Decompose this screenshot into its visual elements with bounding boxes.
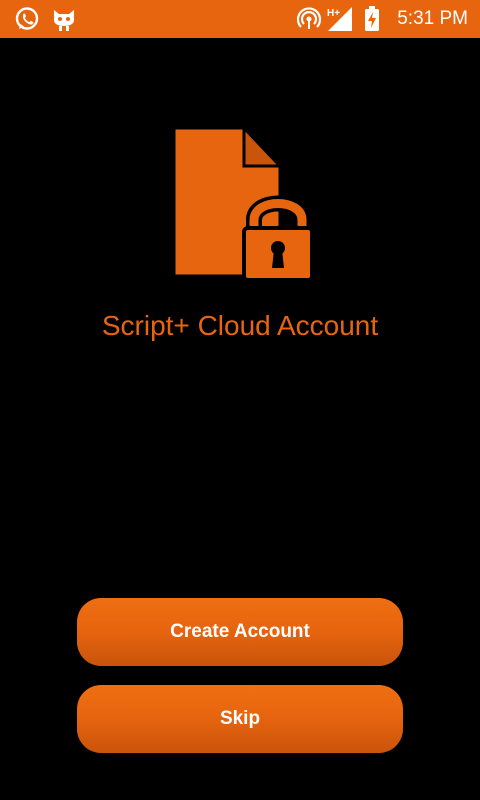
create-account-label: Create Account — [170, 621, 310, 642]
status-bar: H+ 5:31 PM — [0, 0, 480, 38]
hotspot-icon — [296, 0, 322, 38]
whatsapp-icon — [14, 0, 40, 38]
network-type-label: H+ — [327, 8, 340, 19]
hplus-signal-icon: H+ — [326, 0, 354, 38]
app-title: Script+ Cloud Account — [101, 310, 379, 341]
create-account-button[interactable]: Create Account — [77, 598, 403, 666]
status-time: 5:31 PM — [397, 8, 468, 29]
skip-label: Skip — [219, 708, 261, 729]
cloud-account-screen: H+ 5:31 PM Script+ Cloud Account Create … — [0, 0, 480, 800]
skip-button[interactable]: Skip — [77, 685, 403, 753]
locked-document-icon — [168, 124, 314, 282]
cat-notification-icon — [50, 0, 78, 38]
battery-charging-icon — [364, 0, 380, 38]
